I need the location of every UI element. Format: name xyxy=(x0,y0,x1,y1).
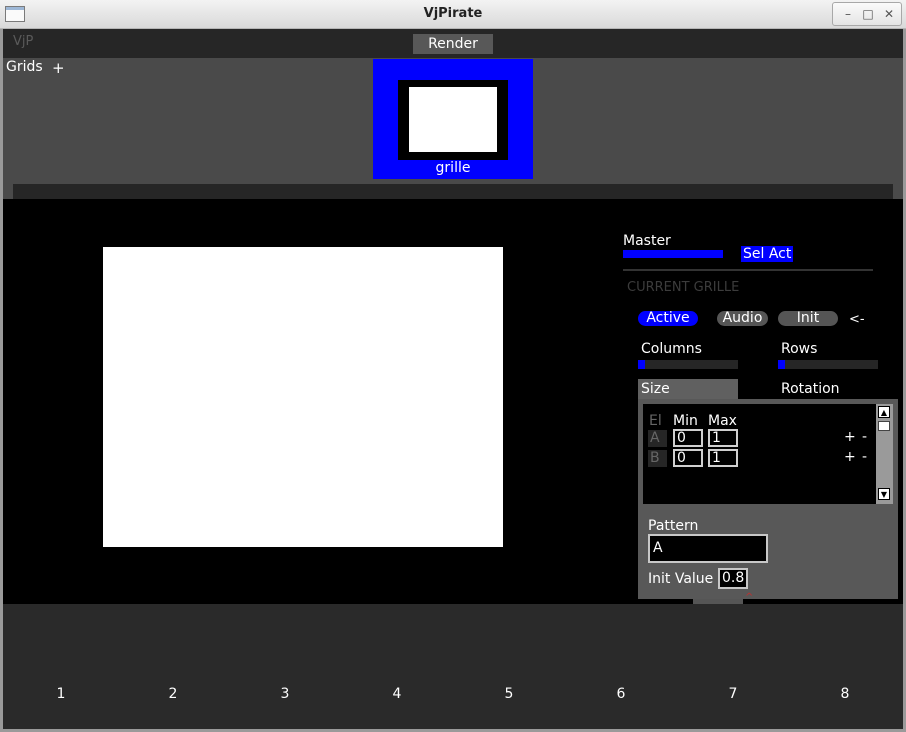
render-button[interactable]: Render xyxy=(413,34,493,54)
window-controls: – □ ✕ xyxy=(832,2,902,26)
increment-button[interactable]: + xyxy=(844,429,856,445)
slot-3[interactable]: 3 xyxy=(275,686,295,702)
thumbnail-preview xyxy=(409,87,497,152)
slot-4[interactable]: 4 xyxy=(387,686,407,702)
slot-5[interactable]: 5 xyxy=(499,686,519,702)
init-value-label: Init Value xyxy=(648,571,714,587)
preview-canvas[interactable] xyxy=(103,247,503,547)
marker-icon: ^ xyxy=(745,592,754,603)
max-column-header: Max xyxy=(708,413,737,429)
window-border xyxy=(0,29,3,732)
slot-8[interactable]: 8 xyxy=(835,686,855,702)
back-button[interactable]: <- xyxy=(849,312,865,327)
minimize-icon[interactable]: – xyxy=(839,6,857,22)
max-field[interactable]: 1 xyxy=(708,429,738,447)
app-logo: VjP xyxy=(13,34,34,49)
slot-6[interactable]: 6 xyxy=(611,686,631,702)
rows-slider-fill xyxy=(778,360,785,369)
row-key[interactable]: B xyxy=(648,450,667,467)
scroll-thumb[interactable] xyxy=(878,421,890,431)
window-title: VjPirate xyxy=(423,6,483,21)
min-field[interactable]: 0 xyxy=(673,449,703,467)
add-grid-button[interactable]: + xyxy=(52,59,65,77)
el-column-header: El xyxy=(649,413,662,429)
min-column-header: Min xyxy=(673,413,698,429)
divider xyxy=(623,269,873,271)
master-slider[interactable] xyxy=(623,250,723,258)
active-toggle[interactable]: Active xyxy=(638,311,698,326)
pattern-input[interactable]: A xyxy=(648,534,768,563)
slot-1[interactable]: 1 xyxy=(51,686,71,702)
max-field[interactable]: 1 xyxy=(708,449,738,467)
min-field[interactable]: 0 xyxy=(673,429,703,447)
columns-slider[interactable] xyxy=(638,360,738,369)
init-button[interactable]: Init xyxy=(778,311,838,326)
rows-label: Rows xyxy=(781,341,818,357)
scroll-up-icon[interactable]: ▲ xyxy=(878,406,890,418)
sel-act-button[interactable]: Sel Act xyxy=(741,246,794,262)
increment-button[interactable]: + xyxy=(844,449,856,465)
slot-2[interactable]: 2 xyxy=(163,686,183,702)
tab-rotation[interactable]: Rotation xyxy=(781,381,840,397)
decrement-button[interactable]: - xyxy=(862,429,867,445)
master-label: Master xyxy=(623,233,671,249)
columns-slider-fill xyxy=(638,360,645,369)
bottom-slots-bar xyxy=(3,604,903,730)
current-grille-heading: CURRENT GRILLE xyxy=(627,280,740,295)
maximize-icon[interactable]: □ xyxy=(859,6,877,22)
timeline-bar[interactable] xyxy=(13,184,893,199)
columns-label: Columns xyxy=(641,341,702,357)
init-value-input[interactable]: 0.8 xyxy=(718,568,748,589)
tab-size[interactable]: Size xyxy=(638,379,738,400)
row-key[interactable]: A xyxy=(648,430,667,447)
rows-slider[interactable] xyxy=(778,360,878,369)
decrement-button[interactable]: - xyxy=(862,449,867,465)
scroll-down-icon[interactable]: ▼ xyxy=(878,488,890,500)
grids-label: Grids xyxy=(6,59,43,75)
grid-thumbnail-label: grille xyxy=(435,160,471,176)
close-icon[interactable]: ✕ xyxy=(880,6,898,22)
audio-toggle[interactable]: Audio xyxy=(717,311,768,326)
pattern-label: Pattern xyxy=(648,518,699,534)
slot-7[interactable]: 7 xyxy=(723,686,743,702)
